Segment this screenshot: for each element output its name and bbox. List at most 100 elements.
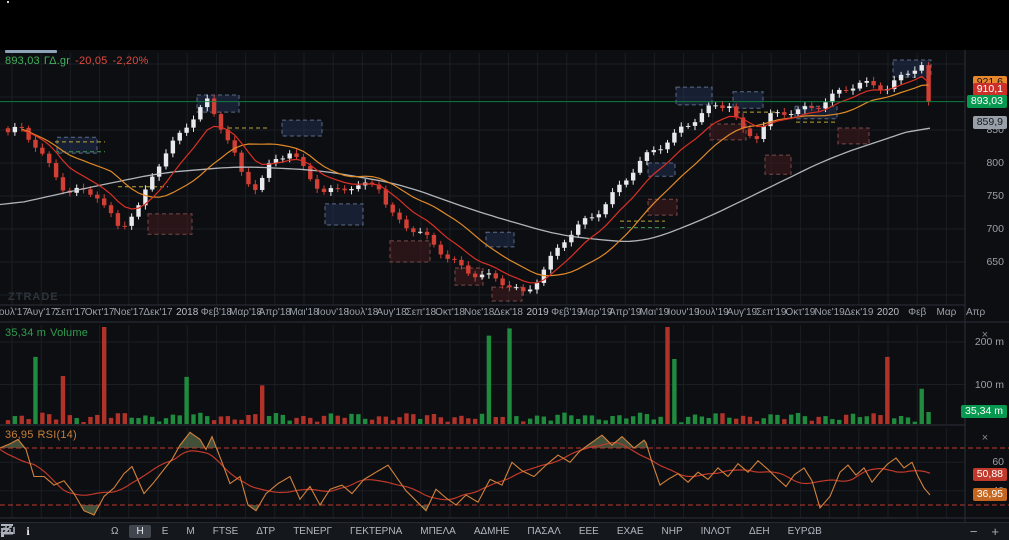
watchlist-item-ΔΕΗ[interactable]: ΔΕΗ — [742, 525, 777, 538]
demand-zone — [710, 124, 746, 140]
watchlist-item-ΙΝΛΟΤ[interactable]: ΙΝΛΟΤ — [694, 525, 738, 538]
watchlist-item-FTSE[interactable]: FTSE — [206, 525, 246, 538]
separators — [0, 50, 1009, 522]
volume-legend: 35,34 m Volume — [5, 327, 88, 339]
x-axis-label: Φεβ'18 — [201, 307, 232, 318]
x-axis-label: Οκτ'19 — [786, 307, 816, 318]
x-axis-label: Μαρ'19 — [580, 307, 613, 318]
x-axis-label: Αυγ'19 — [727, 307, 757, 318]
supply-zone — [648, 163, 675, 176]
rsi-tick-60: 60 — [992, 456, 1004, 468]
toolbar-right: − + — [942, 525, 999, 538]
demand-zone — [648, 199, 677, 215]
supply-zone — [486, 232, 514, 247]
price-badge-ma_slow: 859,9 — [973, 116, 1007, 129]
rsi-legend: 36,95 RSI(14) — [5, 429, 77, 441]
supply-zone — [325, 204, 363, 225]
trendline-icon[interactable] — [46, 524, 66, 540]
rsi-value: 36,95 — [5, 429, 34, 441]
x-axis-label: Οκτ'17 — [85, 307, 115, 318]
x-axis-label: Απρ'18 — [259, 307, 291, 318]
watchlist-item-Η[interactable]: Η — [129, 525, 150, 538]
demand-zone — [148, 214, 192, 234]
supply-zone — [733, 92, 763, 109]
x-axis-label: Ιουλ'19 — [697, 307, 729, 318]
x-axis-label: Σεπ'19 — [756, 307, 787, 318]
x-axis-label: Ιουλ'18 — [346, 307, 378, 318]
x-axis-label: Μαι'19 — [640, 307, 669, 318]
volume-badge: 35,34 m — [961, 405, 1007, 418]
supply-zone — [676, 87, 712, 105]
watchlist: ΩΗΕΜ FTSEΔΤΡ ΤΕΝΕΡΓ ΓΕΚΤΕΡΝΑ ΜΠΕΛΑ ΑΔΜΗΕΠΑΣΑΛ… — [102, 525, 831, 538]
watchlist-item-ΕΧΑΕ[interactable]: ΕΧΑΕ — [610, 525, 651, 538]
x-axis-label: Μαρ — [936, 307, 956, 318]
x-axis-label: Νοε'19 — [814, 307, 844, 318]
x-axis-label: Δεκ'19 — [844, 307, 873, 318]
chart-canvas[interactable] — [0, 0, 1009, 540]
demand-zone — [838, 128, 869, 144]
h-scrollbar-thumb[interactable] — [5, 50, 57, 53]
x-axis-label: Μαι'18 — [289, 307, 318, 318]
watchlist-item-ΜΠΕΛΑ[interactable]: ΜΠΕΛΑ — [413, 525, 463, 538]
x-axis-label: Απρ — [966, 307, 985, 318]
x-axis-label: Νοε'17 — [114, 307, 144, 318]
x-axis-label: Ιουν'19 — [668, 307, 700, 318]
demand-zone — [765, 155, 791, 174]
watchlist-item-Μ[interactable]: Μ — [179, 525, 201, 538]
watchlist-item-ΕΥΡΩΒ[interactable]: ΕΥΡΩΒ — [781, 525, 829, 538]
rsi-line — [0, 432, 930, 515]
watchlist-item-Ε[interactable]: Ε — [155, 525, 176, 538]
price-badge-last: 893,03 — [967, 95, 1007, 108]
watchlist-item-ΤΕΝΕΡΓ[interactable]: ΤΕΝΕΡΓ — [286, 525, 339, 538]
x-axis-label: Ιουλ'17 — [0, 307, 28, 318]
x-axis-label: Δεκ'18 — [494, 307, 523, 318]
zoom-out-button[interactable]: − — [970, 525, 978, 538]
supply-zone — [282, 120, 322, 136]
x-axis-label: Αυγ'18 — [377, 307, 407, 318]
volume-tick-100: 100 m — [975, 379, 1004, 391]
price-tick-750: 750 — [986, 190, 1004, 202]
volume-pane-close-button[interactable]: × — [979, 330, 991, 342]
price-tick-650: 650 — [986, 256, 1004, 268]
x-axis-label: 2020 — [877, 307, 899, 318]
demand-zone — [492, 287, 522, 301]
watchlist-item-ΝΗΡ[interactable]: ΝΗΡ — [655, 525, 690, 538]
x-axis-label: Απρ'19 — [609, 307, 641, 318]
x-axis-label: Μαρ'18 — [229, 307, 262, 318]
watchlist-item-ΠΑΣΑΛ[interactable]: ΠΑΣΑΛ — [520, 525, 567, 538]
volume-label: Volume — [50, 327, 88, 339]
supply-zone — [197, 95, 239, 112]
x-axis-label: Νοε'18 — [464, 307, 494, 318]
rsi-pane-close-button[interactable]: × — [979, 433, 991, 445]
change-percent: -2,20% — [112, 55, 148, 67]
x-axis-label: Δεκ'17 — [143, 307, 172, 318]
price-tick-700: 700 — [986, 223, 1004, 235]
indicators-icon[interactable] — [74, 524, 94, 540]
price-tick-800: 800 — [986, 157, 1004, 169]
x-axis-label: Σεπ'17 — [55, 307, 86, 318]
rsi-badge-rsi_ma: 50,88 — [973, 468, 1007, 481]
ma-slow-line — [0, 128, 930, 241]
price-legend: 893,03ΓΔ.gr-20,05-2,20% — [5, 55, 149, 67]
watchlist-item-ΑΔΜΗΕ[interactable]: ΑΔΜΗΕ — [467, 525, 517, 538]
x-axis-label: Οκτ'18 — [435, 307, 465, 318]
watchlist-item-ΓΕΚΤΕΡΝΑ[interactable]: ΓΕΚΤΕΡΝΑ — [343, 525, 409, 538]
x-axis-label: Ιουν'18 — [317, 307, 349, 318]
watchlist-item-ΔΤΡ[interactable]: ΔΤΡ — [249, 525, 282, 538]
trading-terminal: 893,03ΓΔ.gr-20,05-2,20% 35,34 mVolume 36… — [0, 0, 1009, 540]
volume-value: 35,34 m — [5, 327, 46, 339]
info-icon[interactable]: i — [18, 524, 38, 540]
x-axis-label: 2018 — [176, 307, 198, 318]
last-price-value: 893,03 — [5, 55, 40, 67]
x-axis-label: Φεβ — [908, 307, 926, 318]
x-axis-label: Σεπ'18 — [406, 307, 437, 318]
symbol-label: ΓΔ.gr — [44, 55, 70, 67]
bottom-toolbar: i ΩΗΕΜ FTSEΔΤΡ ΤΕΝΕΡΓ ΓΕΚΤΕΡΝΑ ΜΠΕΛΑ ΑΔΜΗΕΠΑΣ… — [0, 522, 1009, 540]
rsi-badge-rsi: 36,95 — [973, 488, 1007, 501]
rsi-label: RSI(14) — [38, 429, 77, 441]
watchlist-item-ΕΕΕ[interactable]: ΕΕΕ — [572, 525, 606, 538]
watchlist-item-Ω[interactable]: Ω — [104, 525, 125, 538]
broker-watermark: ZTRADE — [8, 291, 59, 303]
zoom-in-button[interactable]: + — [991, 525, 999, 538]
supply-zone — [893, 60, 931, 77]
